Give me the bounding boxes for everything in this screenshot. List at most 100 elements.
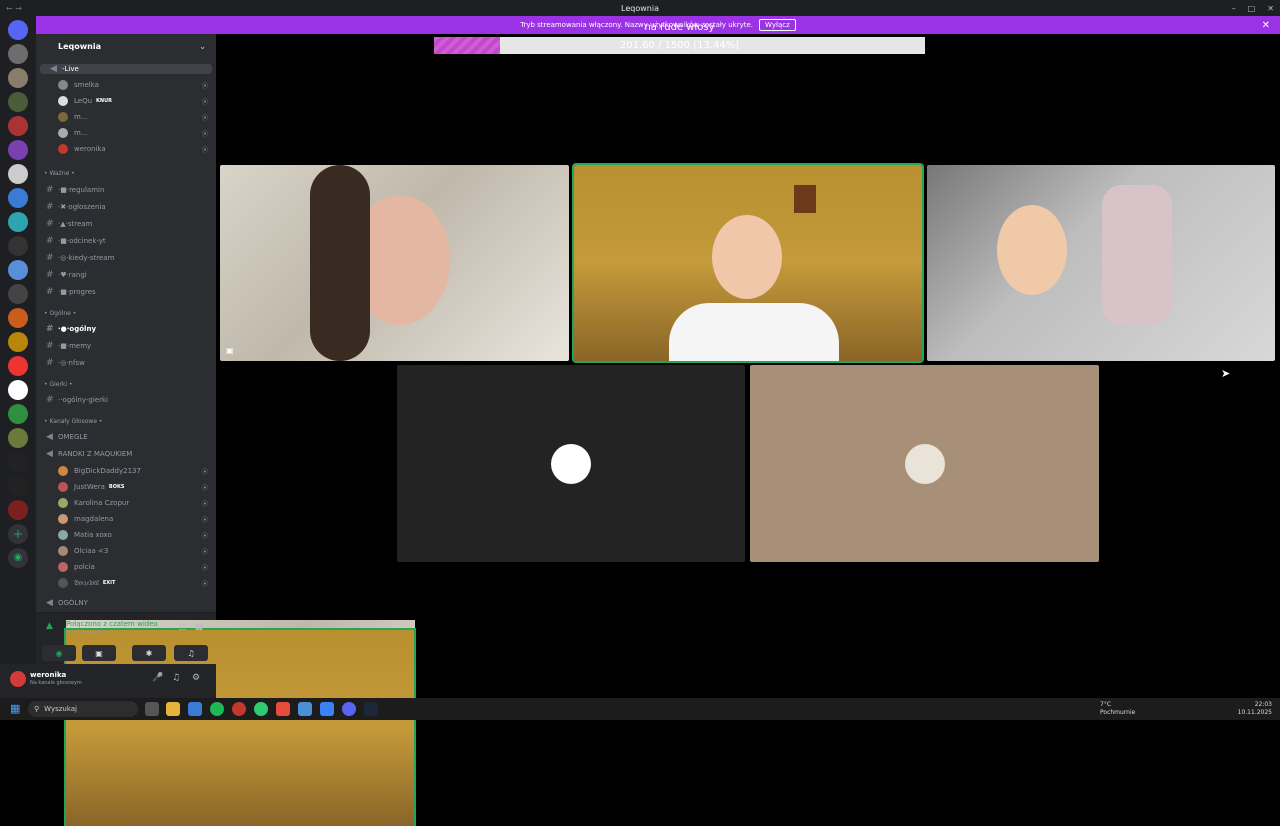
- server-icon[interactable]: [8, 284, 28, 304]
- server-icon[interactable]: [8, 68, 28, 88]
- weather-widget[interactable]: 7°C Pochmurnie: [1100, 701, 1135, 717]
- server-icon[interactable]: [8, 44, 28, 64]
- store-icon[interactable]: [188, 702, 202, 716]
- spotify-icon[interactable]: [210, 702, 224, 716]
- text-channel[interactable]: # ·◎·kiedy-stream: [36, 253, 216, 263]
- minimize-icon[interactable]: –: [1232, 4, 1236, 13]
- microphone-icon[interactable]: 🎤: [152, 673, 163, 683]
- nav-arrows[interactable]: ← →: [6, 4, 22, 13]
- notepad-icon[interactable]: [320, 702, 334, 716]
- opera-icon[interactable]: [232, 702, 246, 716]
- text-channel[interactable]: # ·●·ogólny: [36, 324, 216, 334]
- screen-share-button[interactable]: ▣: [82, 645, 116, 661]
- server-icon[interactable]: [8, 140, 28, 160]
- channel-category[interactable]: • Kanały Głosowe •: [36, 418, 216, 425]
- voice-channel[interactable]: -Live / Leqownia: [64, 628, 416, 826]
- maximize-icon[interactable]: □: [1248, 4, 1256, 13]
- close-banner-icon[interactable]: ✕: [1262, 20, 1270, 31]
- voice-channel[interactable]: ◀ OGÓLNY: [36, 598, 216, 608]
- server-icon[interactable]: [8, 500, 28, 520]
- voice-member[interactable]: smelka ⦿: [36, 80, 216, 90]
- server-header[interactable]: Leqownia ⌄: [36, 34, 216, 58]
- participant-video: [712, 215, 782, 299]
- video-tile-participant[interactable]: ▣: [220, 165, 569, 361]
- avatar[interactable]: [10, 671, 26, 687]
- server-icon[interactable]: [8, 116, 28, 136]
- server-icon[interactable]: [8, 236, 28, 256]
- disable-streamer-mode-button[interactable]: Wyłącz: [759, 19, 796, 31]
- server-icon[interactable]: [8, 332, 28, 352]
- video-tile-speaking[interactable]: [572, 163, 924, 363]
- video-tile-participant[interactable]: [927, 165, 1275, 361]
- server-icon[interactable]: [8, 476, 28, 496]
- file-explorer-icon[interactable]: [166, 702, 180, 716]
- server-icon[interactable]: [8, 164, 28, 184]
- voice-channel[interactable]: ◀ RANDKI Z MAQUKIEM: [36, 449, 216, 459]
- server-icon[interactable]: [8, 188, 28, 208]
- muted-icon: ⦿: [201, 82, 208, 90]
- voice-member[interactable]: Matia xoxo ⦿: [36, 530, 216, 540]
- voice-member[interactable]: m... ⦿: [36, 128, 216, 138]
- member-name: 𝔅𝔬𝔠𝔷𝔢𝔩𝔬𝔞𝔩: [74, 578, 99, 587]
- close-icon[interactable]: ✕: [1267, 4, 1274, 13]
- chevron-down-icon[interactable]: ⌄: [199, 42, 206, 51]
- server-icon[interactable]: [8, 452, 28, 472]
- voice-channel[interactable]: ◀ -Live: [40, 64, 212, 74]
- server-icon[interactable]: [8, 92, 28, 112]
- task-view-icon[interactable]: [145, 702, 159, 716]
- system-clock[interactable]: 22:03 10.11.2025: [1238, 701, 1272, 717]
- soundboard-button[interactable]: ♫: [174, 645, 208, 661]
- brave-icon[interactable]: [276, 702, 290, 716]
- settings-gear-icon[interactable]: ⚙: [192, 673, 200, 683]
- voice-member[interactable]: Olciaa <3 ⦿: [36, 546, 216, 556]
- avatar: [58, 578, 68, 588]
- voice-member[interactable]: LeQu KNUR ⦿: [36, 96, 216, 106]
- video-tile-avatar[interactable]: [397, 365, 745, 562]
- server-icon[interactable]: [8, 380, 28, 400]
- text-channel[interactable]: # ··ogólny-gierki: [36, 395, 216, 405]
- discord-icon[interactable]: [342, 702, 356, 716]
- windows-start-icon[interactable]: ▦: [10, 702, 20, 715]
- disconnect-icon[interactable]: ☎: [194, 623, 204, 632]
- camera-button[interactable]: ◉: [42, 645, 76, 661]
- server-icon[interactable]: [8, 260, 28, 280]
- text-channel[interactable]: # ·■·odcinek-yt: [36, 236, 216, 246]
- voice-member[interactable]: JustWera BOKS ⦿: [36, 482, 216, 492]
- voice-member[interactable]: weronika ⦿: [36, 144, 216, 154]
- noise-suppression-icon[interactable]: ☷: [179, 623, 186, 632]
- text-channel[interactable]: # ·■·regulamin: [36, 185, 216, 195]
- channel-category[interactable]: • Ogólne •: [36, 310, 216, 317]
- server-icon[interactable]: [8, 356, 28, 376]
- member-name: polcia: [74, 563, 95, 571]
- server-icon[interactable]: [8, 428, 28, 448]
- voice-channel[interactable]: ◀ OMEGLE: [36, 432, 216, 442]
- channel-label: ·▲·stream: [58, 220, 93, 228]
- video-tile-avatar[interactable]: [750, 365, 1099, 562]
- voice-member[interactable]: 𝔅𝔬𝔠𝔷𝔢𝔩𝔬𝔞𝔩 EXIT ⦿: [36, 578, 216, 588]
- voice-member[interactable]: BigDickDaddy2137 ⦿: [36, 466, 216, 476]
- voice-member[interactable]: polcia ⦿: [36, 562, 216, 572]
- text-channel[interactable]: # ·✖·ogłoszenia: [36, 202, 216, 212]
- discover-icon[interactable]: ◉: [8, 548, 28, 568]
- server-icon[interactable]: [8, 212, 28, 232]
- text-channel[interactable]: # ·■·progres: [36, 287, 216, 297]
- text-channel[interactable]: # ·■·memy: [36, 341, 216, 351]
- activities-button[interactable]: ✱: [132, 645, 166, 661]
- server-icon[interactable]: [8, 404, 28, 424]
- channel-category[interactable]: • Ważne •: [36, 170, 216, 177]
- app-icon[interactable]: [298, 702, 312, 716]
- channel-category[interactable]: • Gierki •: [36, 381, 216, 388]
- text-channel[interactable]: # ·▲·stream: [36, 219, 216, 229]
- text-channel[interactable]: # ·◎·nfsw: [36, 358, 216, 368]
- steam-icon[interactable]: [364, 702, 378, 716]
- add-server-icon[interactable]: +: [8, 524, 28, 544]
- voice-member[interactable]: Karolina Czopur ⦿: [36, 498, 216, 508]
- text-channel[interactable]: # ·♥·rangi: [36, 270, 216, 280]
- headphones-icon[interactable]: ♫: [172, 673, 180, 683]
- server-icon[interactable]: [8, 308, 28, 328]
- chrome-icon[interactable]: [254, 702, 268, 716]
- taskbar-search[interactable]: ⚲ Wyszukaj: [28, 701, 138, 717]
- discord-home-icon[interactable]: [8, 20, 28, 40]
- voice-member[interactable]: magdalena ⦿: [36, 514, 216, 524]
- voice-member[interactable]: m... ⦿: [36, 112, 216, 122]
